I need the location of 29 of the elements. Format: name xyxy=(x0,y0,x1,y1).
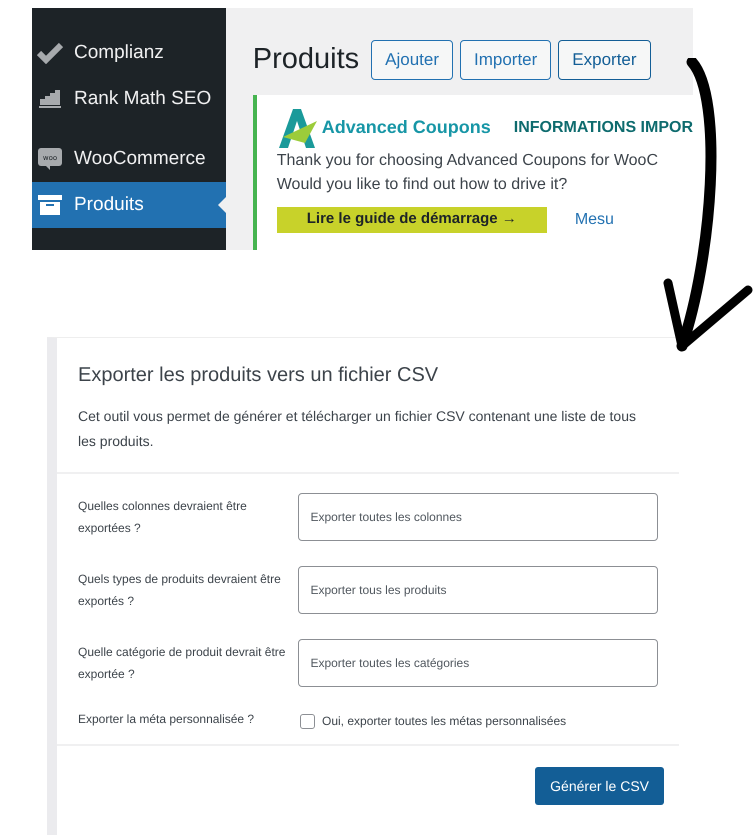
field-label: Exporter la méta personnalisée ? xyxy=(78,711,256,728)
coupon-logo-icon xyxy=(276,106,319,148)
panel-description: Cet outil vous permet de générer et télécharger un fichier CSV contenant une liste de tous les produits. xyxy=(78,407,637,451)
field-label: Quels types de produits devraient être exportés ? xyxy=(78,571,282,610)
sidebar-item[interactable]: Produits xyxy=(32,182,226,228)
select-field[interactable]: Exporter toutes les catégories xyxy=(298,639,658,687)
notice-text: Thank you for choosing Advanced Coupons for WooC xyxy=(276,150,659,170)
brand-name: Advanced Coupons xyxy=(322,116,491,139)
generate-csv-button[interactable]: Générer le CSV xyxy=(535,767,664,805)
select-field[interactable]: Exporter toutes les colonnes xyxy=(298,493,658,541)
page-title: Produits xyxy=(252,42,360,77)
sidebar-item[interactable]: Rank Math SEO xyxy=(32,76,226,122)
bar-chart-icon xyxy=(37,89,63,109)
archive-box-icon xyxy=(37,194,63,216)
select-field[interactable]: Exporter tous les produits xyxy=(298,566,658,614)
checkmark-icon xyxy=(37,42,63,64)
checkbox-label[interactable]: Oui, exporter toutes les métas personnalisées xyxy=(322,712,566,730)
sidebar-item[interactable]: Complianz xyxy=(32,30,226,76)
header-button[interactable]: Ajouter xyxy=(371,40,453,80)
header-button[interactable]: Exporter xyxy=(558,40,651,80)
more-link[interactable]: Mesu xyxy=(574,208,614,232)
checkbox[interactable] xyxy=(300,714,315,728)
notice-text: Would you like to find out how to drive it? xyxy=(276,174,568,194)
header-button[interactable]: Importer xyxy=(460,40,552,80)
guide-button[interactable]: Lire le guide de démarrage → xyxy=(276,206,547,232)
field-label: Quelle catégorie de produit devrait être exportée ? xyxy=(78,644,286,683)
panel-title: Exporter les produits vers un fichier CSV xyxy=(78,363,440,388)
field-label: Quelles colonnes devraient être exportées ? xyxy=(78,498,248,537)
notice-heading: INFORMATIONS IMPOR xyxy=(514,118,693,138)
